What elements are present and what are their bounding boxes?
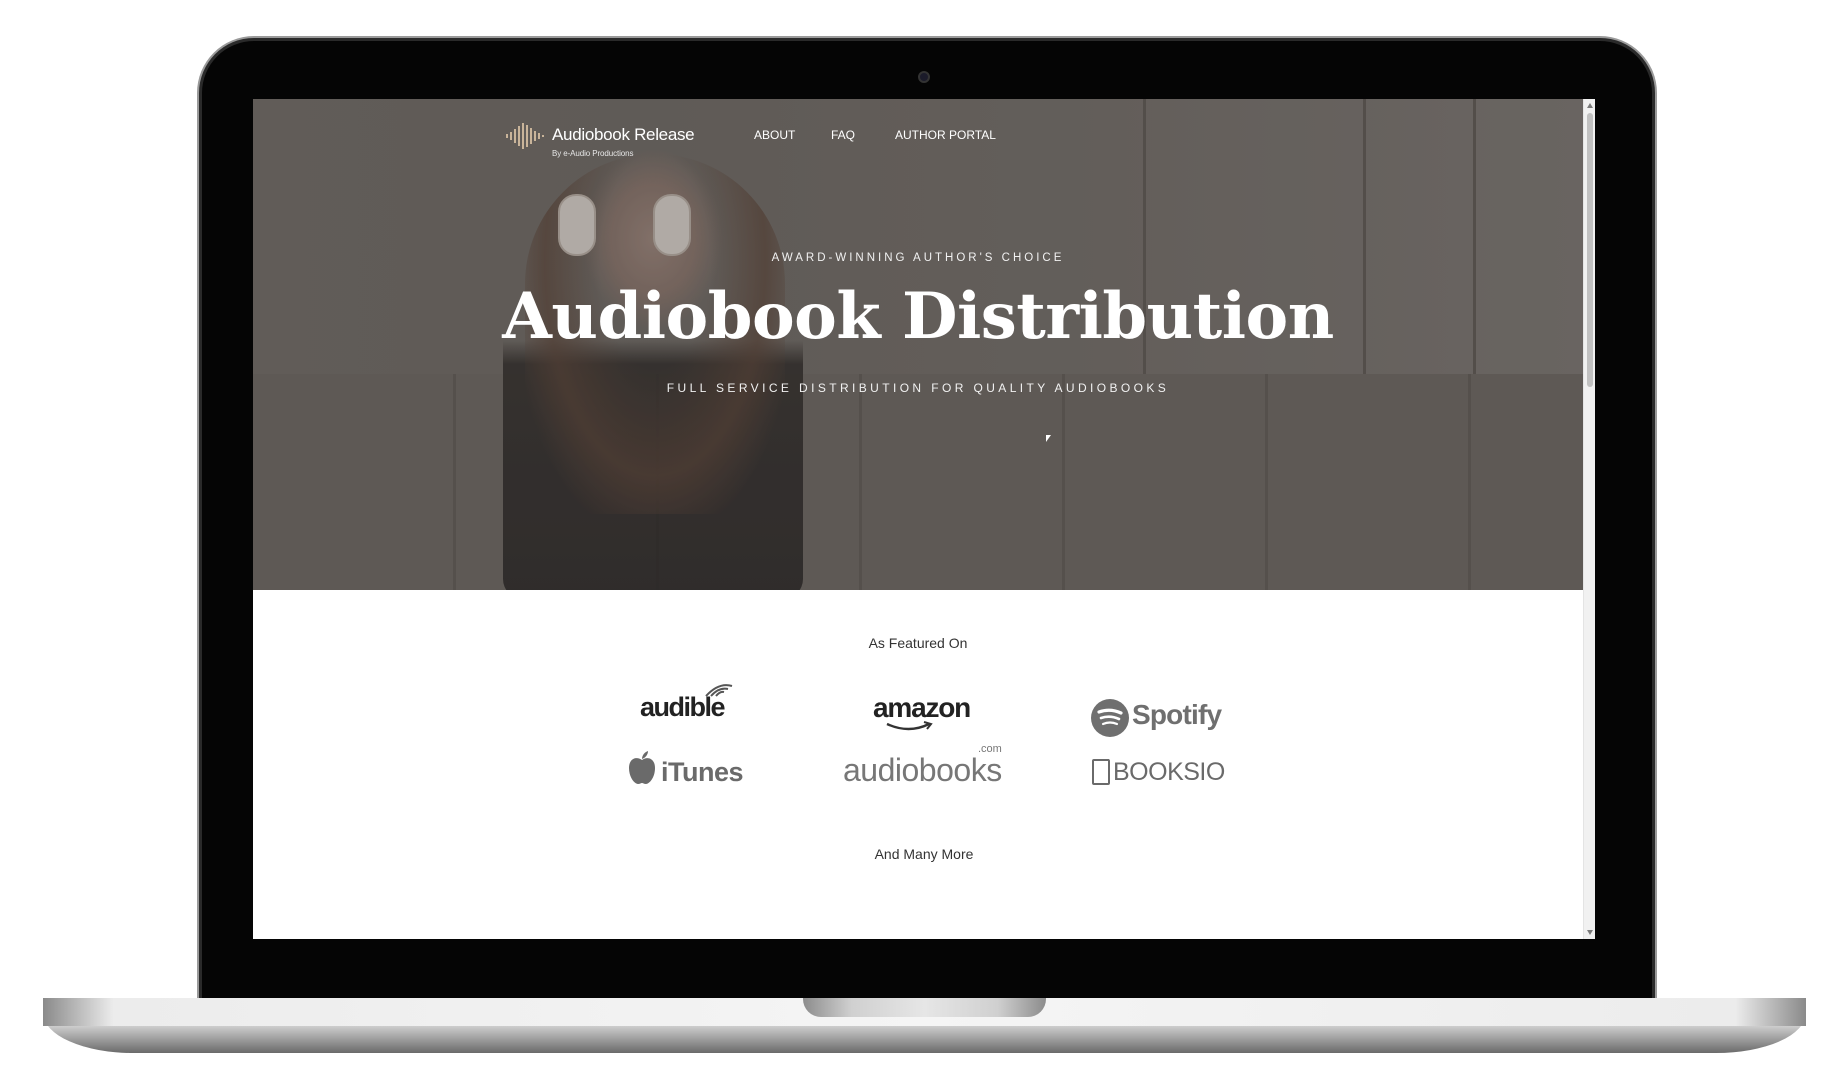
audible-signal-icon: [705, 684, 733, 697]
logo-audiobooks: audiobooks: [843, 752, 1002, 788]
hero-subtitle: FULL SERVICE DISTRIBUTION FOR QUALITY AU…: [666, 381, 1170, 395]
book-icon: [1092, 759, 1110, 785]
hero-title: Audiobook Distribution: [502, 279, 1334, 354]
apple-icon: [629, 751, 655, 784]
hero-section: Audiobook Release By e-Audio Productions…: [253, 99, 1583, 590]
brand-tagline: By e-Audio Productions: [552, 149, 634, 158]
spotify-icon: [1091, 699, 1129, 737]
mouse-cursor-icon: [1046, 435, 1051, 442]
brand-name: Audiobook Release: [552, 125, 695, 144]
logo-booksio: BOOKSIO: [1113, 758, 1225, 786]
nav-faq[interactable]: FAQ: [831, 128, 855, 142]
vertical-scrollbar[interactable]: [1583, 99, 1595, 939]
many-more-text: And Many More: [874, 846, 974, 862]
amazon-smile-icon: [886, 721, 933, 731]
logo-amazon-text: amazon: [873, 692, 971, 723]
laptop-hinge-notch: [803, 998, 1046, 1017]
logo-audiobooks-domain: .com: [978, 743, 1002, 755]
browser-screen: Audiobook Release By e-Audio Productions…: [253, 99, 1595, 939]
scroll-down-arrow-icon[interactable]: [1587, 930, 1593, 935]
logo-audible: audible: [640, 684, 733, 723]
nav-about[interactable]: ABOUT: [754, 128, 795, 142]
logo-spotify: Spotify: [1132, 699, 1222, 730]
soundwave-icon: [506, 123, 544, 149]
hero-eyebrow: AWARD-WINNING AUTHOR'S CHOICE: [771, 252, 1065, 264]
nav-author-portal[interactable]: AUTHOR PORTAL: [895, 128, 996, 142]
featured-heading: As Featured On: [868, 635, 968, 651]
camera-icon: [918, 71, 930, 83]
scroll-thumb[interactable]: [1587, 113, 1593, 387]
scroll-up-arrow-icon[interactable]: [1587, 103, 1593, 108]
logo-amazon: amazon: [873, 692, 971, 731]
logo-itunes: iTunes: [661, 757, 744, 787]
